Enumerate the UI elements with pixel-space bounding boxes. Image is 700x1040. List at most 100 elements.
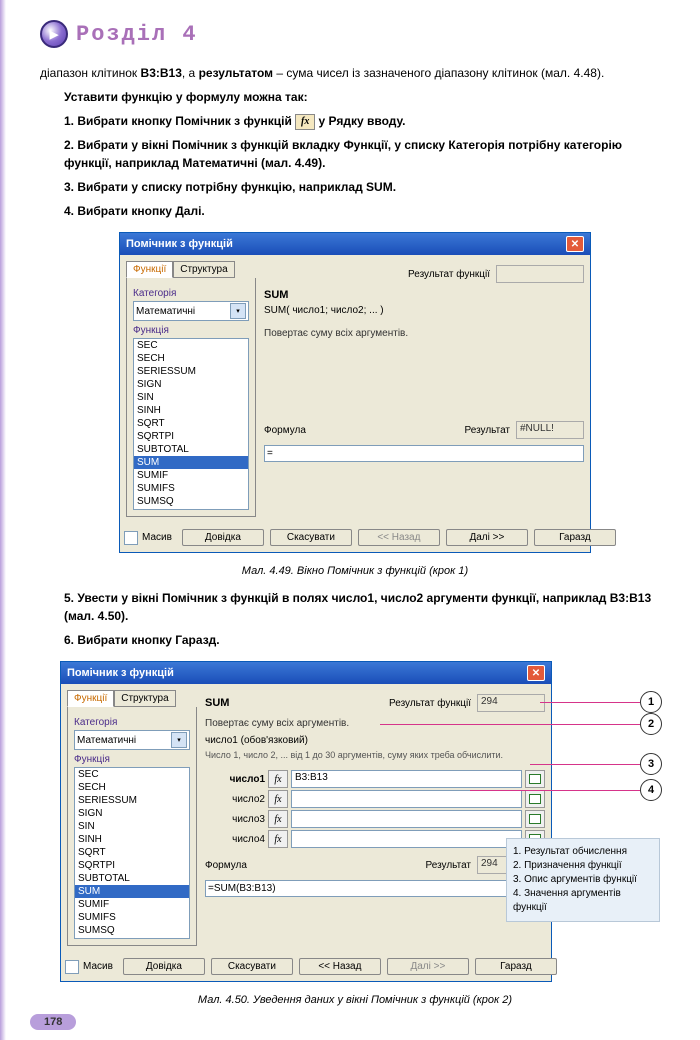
- tab-structure[interactable]: Структура: [173, 261, 234, 278]
- list-item[interactable]: SEC: [134, 339, 248, 352]
- list-item[interactable]: SEC: [75, 768, 189, 781]
- page-number: 178: [30, 1014, 76, 1030]
- list-item[interactable]: SUMSQ: [75, 924, 189, 937]
- titlebar: Помічник з функцій ✕: [120, 233, 590, 255]
- help-button[interactable]: Довідка: [123, 958, 205, 975]
- list-item[interactable]: SQRT: [75, 846, 189, 859]
- cancel-button[interactable]: Скасувати: [270, 529, 352, 546]
- callout: 3: [530, 753, 662, 775]
- list-item[interactable]: SUBTOTAL: [134, 443, 248, 456]
- list-item[interactable]: SQRT: [134, 417, 248, 430]
- list-item[interactable]: SUBTOTAL: [75, 872, 189, 885]
- list-item[interactable]: SIN: [134, 391, 248, 404]
- list-item[interactable]: SIN: [75, 820, 189, 833]
- list-item[interactable]: SECH: [134, 352, 248, 365]
- close-icon[interactable]: ✕: [527, 665, 545, 681]
- legend-item: 1. Результат обчислення: [513, 845, 653, 859]
- list-item[interactable]: TAN: [75, 937, 189, 939]
- formula-input[interactable]: =: [264, 445, 584, 462]
- close-icon[interactable]: ✕: [566, 236, 584, 252]
- arrow-icon: ▶: [40, 20, 68, 48]
- result-value: #NULL!: [516, 421, 584, 439]
- arg-label: число1: [205, 774, 265, 785]
- cancel-button[interactable]: Скасувати: [211, 958, 293, 975]
- ok-button[interactable]: Гаразд: [534, 529, 616, 546]
- list-item[interactable]: SINH: [134, 404, 248, 417]
- figure-caption: Мал. 4.49. Вікно Помічник з функцій (кро…: [40, 565, 670, 577]
- list-item[interactable]: SUMIF: [134, 469, 248, 482]
- array-label: Масив: [142, 532, 172, 543]
- arg-hint: Число 1, число 2, ... від 1 до 30 аргуме…: [205, 750, 545, 760]
- chapter-title: Розділ 4: [76, 22, 198, 47]
- array-checkbox[interactable]: [124, 531, 138, 545]
- step: 4. Вибрати кнопку Далі.: [64, 202, 670, 220]
- function-listbox[interactable]: SEC SECH SERIESSUM SIGN SIN SINH SQRT SQ…: [74, 767, 190, 939]
- list-item[interactable]: SUM: [134, 456, 248, 469]
- array-label: Масив: [83, 961, 113, 972]
- formula-input[interactable]: =SUM(B3:B13): [205, 880, 545, 897]
- ok-button[interactable]: Гаразд: [475, 958, 557, 975]
- tab-functions[interactable]: Функції: [67, 690, 114, 707]
- arg-input[interactable]: [291, 830, 522, 848]
- list-item[interactable]: SERIESSUM: [134, 365, 248, 378]
- legend-item: 2. Призначення функції: [513, 859, 653, 873]
- list-item[interactable]: SQRTPI: [75, 859, 189, 872]
- next-button[interactable]: Далі >>: [446, 529, 528, 546]
- category-dropdown[interactable]: Математичні ▾: [133, 301, 249, 321]
- step: 3. Вибрати у списку потрібну функцію, на…: [64, 178, 670, 196]
- chapter-header: ▶ Розділ 4: [40, 20, 670, 48]
- function-name: SUM: [205, 697, 229, 709]
- back-button[interactable]: << Назад: [358, 529, 440, 546]
- fx-icon[interactable]: fx: [268, 810, 288, 828]
- fx-icon[interactable]: fx: [268, 830, 288, 848]
- chevron-down-icon[interactable]: ▾: [171, 732, 187, 748]
- result-label: Результат: [465, 425, 510, 436]
- fx-icon[interactable]: fx: [268, 770, 288, 788]
- chevron-down-icon[interactable]: ▾: [230, 303, 246, 319]
- array-checkbox[interactable]: [65, 960, 79, 974]
- function-label: Функція: [74, 754, 190, 765]
- arg-input[interactable]: [291, 810, 522, 828]
- list-item[interactable]: SINH: [75, 833, 189, 846]
- legend-item: 4. Значення аргументів функції: [513, 887, 653, 915]
- list-item[interactable]: SIGN: [134, 378, 248, 391]
- list-item[interactable]: SUMIFS: [134, 482, 248, 495]
- list-item[interactable]: SECH: [75, 781, 189, 794]
- result-label: Результат: [426, 860, 471, 871]
- range-picker-icon[interactable]: [525, 810, 545, 828]
- list-item[interactable]: SIGN: [75, 807, 189, 820]
- paragraph: діапазон клітинок B3:B13, а результатом …: [40, 64, 670, 82]
- next-button[interactable]: Далі >>: [387, 958, 469, 975]
- help-button[interactable]: Довідка: [182, 529, 264, 546]
- titlebar: Помічник з функцій ✕: [61, 662, 551, 684]
- function-name: SUM: [264, 289, 584, 301]
- list-item[interactable]: SERIESSUM: [75, 794, 189, 807]
- result-field: 294: [477, 694, 545, 712]
- arg-label: число4: [205, 834, 265, 845]
- category-label: Категорія: [133, 288, 249, 299]
- category-dropdown[interactable]: Математичні ▾: [74, 730, 190, 750]
- callout: 4: [470, 779, 662, 801]
- function-listbox[interactable]: SEC SECH SERIESSUM SIGN SIN SINH SQRT SQ…: [133, 338, 249, 510]
- result-label: Результат функції: [389, 698, 471, 709]
- back-button[interactable]: << Назад: [299, 958, 381, 975]
- category-label: Категорія: [74, 717, 190, 728]
- function-wizard-dialog: Помічник з функцій ✕ Функції Структура К…: [60, 661, 552, 982]
- step: 1. Вибрати кнопку Помічник з функцій fx …: [64, 112, 670, 130]
- tab-structure[interactable]: Структура: [114, 690, 175, 707]
- list-item[interactable]: SQRTPI: [134, 430, 248, 443]
- arg-label: число2: [205, 794, 265, 805]
- list-item[interactable]: SUM: [75, 885, 189, 898]
- list-item[interactable]: SUMIFS: [75, 911, 189, 924]
- syntax: SUM( число1; число2; ... ): [264, 305, 584, 316]
- tab-functions[interactable]: Функції: [126, 261, 173, 278]
- legend-item: 3. Опис аргументів функції: [513, 873, 653, 887]
- function-label: Функція: [133, 325, 249, 336]
- legend: 1. Результат обчислення 2. Призначення ф…: [506, 838, 660, 922]
- list-item[interactable]: SUMSQ: [134, 495, 248, 508]
- result-field: [496, 265, 584, 283]
- fx-icon[interactable]: fx: [268, 790, 288, 808]
- description: Повертає суму всіх аргументів.: [264, 328, 584, 339]
- list-item[interactable]: TAN: [134, 508, 248, 510]
- list-item[interactable]: SUMIF: [75, 898, 189, 911]
